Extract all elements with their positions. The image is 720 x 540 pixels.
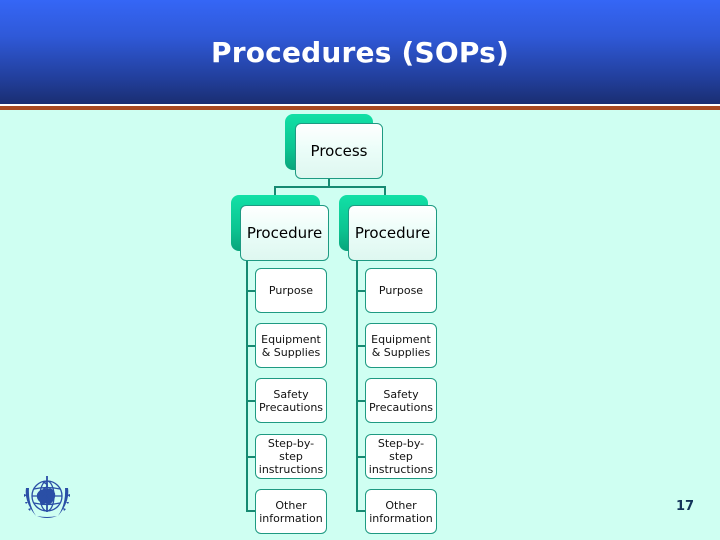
procedure-node: Procedure (348, 205, 437, 261)
procedure-node: Procedure (240, 205, 329, 261)
connector-left-spine (246, 261, 248, 512)
process-node: Process (295, 123, 383, 179)
procedure-node-label: Procedure (246, 224, 323, 242)
process-node-label: Process (310, 142, 368, 160)
item-step-by-step-instructions: Step-by- step instructions (255, 434, 327, 479)
page-number: 17 (675, 499, 695, 514)
header-divider-accent (0, 106, 720, 110)
item-safety-precautions: Safety Precautions (365, 378, 437, 423)
item-equipment-supplies: Equipment & Supplies (255, 323, 327, 368)
item-purpose: Purpose (365, 268, 437, 313)
item-equipment-supplies: Equipment & Supplies (365, 323, 437, 368)
item-other-information: Other information (255, 489, 327, 534)
item-step-by-step-instructions: Step-by- step instructions (365, 434, 437, 479)
item-safety-precautions: Safety Precautions (255, 378, 327, 423)
connector-right-spine (356, 261, 358, 512)
who-emblem-icon (20, 472, 74, 524)
slide-header: Procedures (SOPs) (0, 0, 720, 104)
procedure-node-label: Procedure (354, 224, 431, 242)
item-other-information: Other information (365, 489, 437, 534)
item-purpose: Purpose (255, 268, 327, 313)
connector-root-horizontal (274, 186, 386, 188)
slide-title: Procedures (SOPs) (210, 36, 509, 69)
